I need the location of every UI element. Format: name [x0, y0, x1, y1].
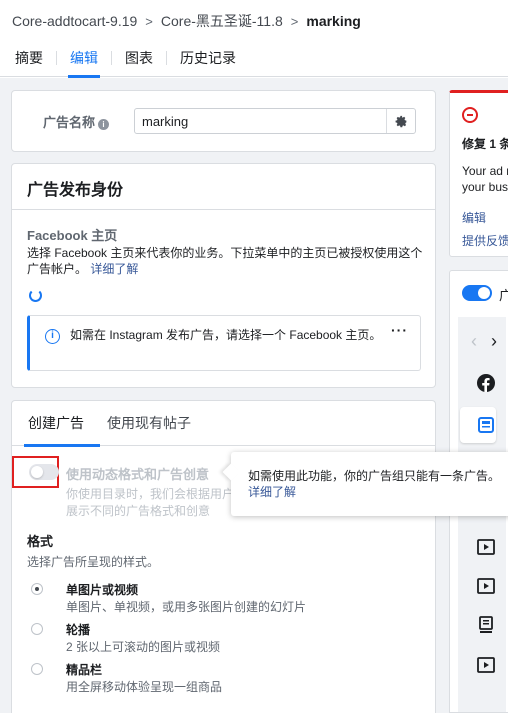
option-title[interactable]: 轮播: [66, 621, 90, 638]
ad-name-card: 广告名称 i marking: [11, 90, 436, 152]
identity-title: 广告发布身份: [27, 182, 124, 199]
tab-edit[interactable]: 编辑: [68, 40, 100, 78]
divider: [12, 209, 435, 210]
tab-use-existing-post[interactable]: 使用现有帖子: [107, 413, 191, 433]
tab-create-ad[interactable]: 创建广告: [24, 413, 100, 447]
feed-icon[interactable]: [476, 415, 496, 435]
more-options-icon[interactable]: ···: [391, 322, 408, 338]
chevron-right-icon: >: [290, 13, 299, 29]
option-title[interactable]: 单图片或视频: [66, 581, 138, 598]
preview-toggle[interactable]: [462, 285, 492, 301]
facebook-page-desc-text: 选择 Facebook 主页来代表你的业务。下拉菜单中的主页已被授权使用这个广告…: [27, 246, 423, 276]
error-title: 修复 1 条: [462, 137, 508, 151]
radio-single-image[interactable]: [31, 583, 43, 595]
info-icon[interactable]: i: [98, 119, 110, 130]
tooltip-text: 如需使用此功能，你的广告组只能有一条广告。: [248, 469, 501, 483]
instagram-notice-text: 如需在 Instagram 发布广告，请选择一个 Facebook 主页。: [70, 328, 382, 342]
tab-divider: [56, 51, 57, 65]
error-body-line: Your ad n: [462, 164, 508, 178]
creative-card: 创建广告 使用现有帖子 使用动态格式和广告创意 你使用目录时，我们会根据用户展示…: [11, 400, 436, 713]
ad-name-input[interactable]: marking: [134, 108, 416, 134]
tab-charts[interactable]: 图表: [125, 40, 153, 77]
option-description: 单图片、单视频，或用多张图片创建的幻灯片: [66, 600, 307, 614]
dynamic-format-description: 你使用目录时，我们会根据用户展示不同的广告格式和创意: [66, 487, 235, 518]
radio-carousel[interactable]: [31, 623, 43, 635]
ad-name-label-text: 广告名称: [43, 115, 96, 130]
dynamic-format-title: 使用动态格式和广告创意: [66, 467, 210, 482]
error-icon: [462, 107, 478, 123]
breadcrumb-adset[interactable]: Core-黑五圣诞-11.8: [161, 11, 283, 31]
video-icon[interactable]: [476, 655, 496, 675]
toggle-knob: [31, 466, 43, 478]
learn-more-link[interactable]: 详细了解: [90, 262, 138, 276]
option-title[interactable]: 精品栏: [66, 661, 102, 678]
video-icon[interactable]: [476, 576, 496, 596]
option-description: 2 张以上可滚动的图片或视频: [66, 640, 221, 654]
format-description: 选择广告所呈现的样式。: [27, 555, 160, 569]
format-label: 格式: [27, 534, 54, 549]
breadcrumb-campaign[interactable]: Core-addtocart-9.19: [12, 13, 137, 29]
identity-card: 广告发布身份 Facebook 主页 选择 Facebook 主页来代表你的业务…: [11, 163, 436, 388]
tab-summary[interactable]: 摘要: [15, 40, 43, 77]
info-icon: i: [45, 329, 60, 344]
chevron-right-icon[interactable]: ›: [491, 331, 497, 352]
facebook-page-description: 选择 Facebook 主页来代表你的业务。下拉菜单中的主页已被授权使用这个广告…: [27, 245, 427, 277]
dynamic-format-tooltip: 如需使用此功能，你的广告组只能有一条广告。 详细了解: [231, 452, 508, 516]
tab-divider: [166, 51, 167, 65]
edit-link[interactable]: 编辑: [462, 209, 486, 226]
chevron-left-icon[interactable]: ‹: [471, 331, 477, 352]
chevron-right-icon: >: [145, 13, 153, 29]
radio-collection[interactable]: [31, 663, 43, 675]
tab-divider: [111, 51, 112, 65]
loading-spinner-icon: [29, 289, 42, 302]
gear-icon[interactable]: [386, 109, 415, 133]
preview-label: 广: [499, 285, 508, 304]
facebook-page-label: Facebook 主页: [27, 228, 118, 243]
instagram-notice: i 如需在 Instagram 发布广告，请选择一个 Facebook 主页。 …: [27, 315, 421, 371]
error-body: Your ad n your bus: [462, 163, 508, 195]
breadcrumb: Core-addtocart-9.19 > Core-黑五圣诞-11.8 > m…: [12, 10, 361, 32]
error-panel: 修复 1 条 Your ad n your bus 编辑 提供反馈: [449, 90, 508, 257]
facebook-icon[interactable]: [476, 373, 496, 393]
breadcrumb-ad: marking: [306, 13, 361, 29]
ad-name-label: 广告名称 i: [43, 112, 110, 131]
view-tabs: 摘要 编辑 图表 历史记录: [0, 40, 508, 78]
option-description: 用全屏移动体验呈现一组商品: [66, 680, 223, 694]
tooltip-learn-more-link[interactable]: 详细了解: [248, 483, 296, 500]
video-icon[interactable]: [476, 537, 496, 557]
story-icon[interactable]: [476, 615, 496, 635]
error-body-line: your bus: [462, 180, 508, 194]
dynamic-format-toggle[interactable]: [29, 464, 59, 480]
creative-tabs: 创建广告 使用现有帖子: [12, 401, 435, 447]
toggle-knob: [478, 287, 490, 299]
feedback-link[interactable]: 提供反馈: [462, 232, 508, 249]
ad-name-value[interactable]: marking: [142, 114, 188, 129]
tab-history[interactable]: 历史记录: [180, 40, 236, 77]
